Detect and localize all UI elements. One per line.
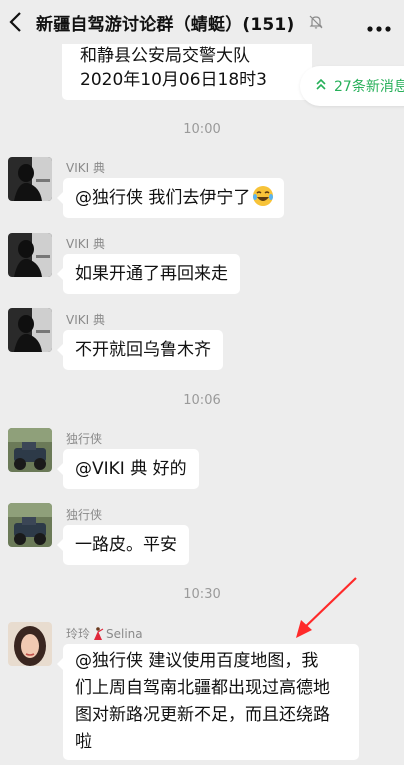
message-bubble[interactable]: @独行侠 建议使用百度地图，我 们上周自驾南北疆都出现过高德地 图对新路况更新不…	[57, 644, 359, 760]
message-line: 啦	[75, 732, 92, 752]
laughing-crying-emoji	[252, 185, 274, 207]
sender-name-suffix: Selina	[106, 627, 143, 641]
avatar[interactable]	[8, 503, 52, 547]
message-bubble[interactable]: 如果开通了再回来走	[57, 254, 240, 294]
more-dots-icon[interactable]	[366, 18, 392, 32]
message-bubble[interactable]: @独行侠 我们去伊宁了	[56, 178, 285, 218]
sender-name: 独行侠	[66, 432, 103, 446]
flamenco-dancer-emoji	[92, 627, 104, 643]
red-arrow-annotation	[296, 577, 357, 638]
message-bubble-partial[interactable]: 和静县公安局交警大队 2020年10月06日18时3	[62, 38, 312, 100]
timestamp: 10:00	[183, 122, 221, 137]
message-bubble[interactable]: 不开就回乌鲁木齐	[57, 330, 223, 370]
timestamp: 10:06	[183, 393, 221, 408]
message-text: 如果开通了再回来走	[75, 264, 228, 284]
sender-name: 玲玲 Selina	[66, 625, 143, 643]
message-text: 一路皮。平安	[75, 535, 177, 555]
message-bubble[interactable]: 一路皮。平安	[57, 525, 189, 565]
message-line: 2020年10月06日18时3	[80, 70, 267, 90]
avatar[interactable]	[8, 622, 52, 666]
message-line: @独行侠 建议使用百度地图，我	[75, 651, 319, 671]
message-text: @独行侠 我们去伊宁了	[75, 188, 251, 208]
avatar[interactable]	[8, 308, 52, 352]
double-chevron-up-icon	[316, 78, 326, 93]
chat-header: 新疆自驾游讨论群（蜻蜓）(151)	[0, 0, 404, 44]
message-line: 和静县公安局交警大队	[80, 46, 250, 66]
chat-title[interactable]: 新疆自驾游讨论群（蜻蜓）(151)	[36, 10, 294, 35]
bell-muted-icon	[308, 14, 324, 30]
sender-name-text: 玲玲	[66, 627, 91, 641]
sender-name: VIKI 典	[66, 313, 105, 327]
avatar[interactable]	[8, 233, 52, 277]
sender-name: 独行侠	[66, 508, 103, 522]
avatar[interactable]	[8, 157, 52, 201]
new-messages-button[interactable]: 27条新消息	[300, 66, 404, 106]
chevron-left-icon[interactable]	[6, 10, 28, 34]
message-line: 们上周自驾南北疆都出现过高德地	[75, 678, 330, 698]
message-text: @VIKI 典 好的	[75, 459, 187, 479]
new-messages-label: 27条新消息	[334, 79, 404, 95]
sender-name: VIKI 典	[66, 161, 105, 175]
message-line: 图对新路况更新不足，而且还绕路	[75, 705, 330, 725]
avatar[interactable]	[8, 428, 52, 472]
sender-name: VIKI 典	[66, 237, 105, 251]
message-text: 不开就回乌鲁木齐	[75, 340, 211, 360]
chat-message-area[interactable]: 和静县公安局交警大队 2020年10月06日18时3 27条新消息 10:00 …	[0, 0, 404, 765]
message-bubble[interactable]: @VIKI 典 好的	[57, 449, 199, 489]
